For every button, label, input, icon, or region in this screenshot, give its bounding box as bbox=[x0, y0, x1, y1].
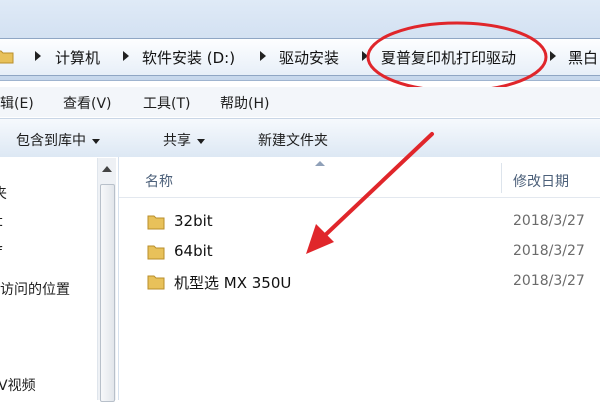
chevron-right-icon[interactable] bbox=[35, 51, 41, 61]
breadcrumb-item-computer[interactable]: 计算机 bbox=[55, 47, 100, 68]
file-date: 2018/3/27 bbox=[513, 243, 585, 259]
share-button[interactable]: 共享 bbox=[163, 130, 205, 150]
scroll-up-icon[interactable] bbox=[102, 166, 112, 172]
column-headers: 名称 修改日期 bbox=[119, 157, 600, 198]
menu-bar: 编辑(E) 查看(V) 工具(T) 帮助(H) bbox=[0, 87, 600, 117]
menu-edit[interactable]: 编辑(E) bbox=[0, 93, 34, 113]
share-label: 共享 bbox=[163, 133, 191, 149]
menu-view[interactable]: 查看(V) bbox=[63, 93, 112, 113]
chevron-right-icon[interactable] bbox=[550, 51, 556, 61]
folder-icon bbox=[147, 275, 165, 290]
chevron-down-icon bbox=[197, 138, 205, 144]
file-row[interactable]: 机型选 MX 350U 2018/3/27 bbox=[119, 271, 600, 295]
nav-item-videos[interactable]: V视频 bbox=[0, 375, 36, 395]
nav-item-downloads[interactable]: f bbox=[0, 245, 2, 261]
new-folder-button[interactable]: 新建文件夹 bbox=[258, 130, 328, 150]
file-date: 2018/3/27 bbox=[513, 213, 585, 229]
include-in-library-label: 包含到库中 bbox=[16, 133, 86, 149]
chevron-right-icon[interactable] bbox=[123, 51, 129, 61]
breadcrumb-item-driver-install[interactable]: 驱动安装 bbox=[279, 47, 339, 68]
address-bar-region: 计算机 软件安装 (D:) 驱动安装 夏普复印机打印驱动 黑白 bbox=[0, 0, 600, 93]
file-row[interactable]: 32bit 2018/3/27 bbox=[119, 211, 600, 235]
file-name: 32bit bbox=[174, 212, 213, 230]
folder-icon bbox=[147, 245, 165, 260]
file-row[interactable]: 64bit 2018/3/27 bbox=[119, 241, 600, 265]
command-toolbar: 包含到库中 共享 新建文件夹 bbox=[0, 118, 600, 158]
menu-help[interactable]: 帮助(H) bbox=[220, 93, 269, 113]
breadcrumb-item-bw[interactable]: 黑白 bbox=[568, 47, 598, 68]
nav-scrollbar[interactable] bbox=[97, 158, 116, 402]
folder-icon bbox=[147, 215, 165, 230]
scrollbar-thumb[interactable] bbox=[100, 184, 115, 402]
nav-item-recent-places[interactable]: 访问的位置 bbox=[0, 279, 70, 299]
chevron-right-icon[interactable] bbox=[260, 51, 266, 61]
file-name: 64bit bbox=[174, 242, 213, 260]
chevron-down-icon bbox=[92, 138, 100, 144]
chevron-right-icon[interactable] bbox=[362, 51, 368, 61]
breadcrumb[interactable]: 计算机 软件安装 (D:) 驱动安装 夏普复印机打印驱动 黑白 bbox=[0, 38, 600, 76]
file-name: 机型选 MX 350U bbox=[174, 274, 292, 292]
folder-icon bbox=[0, 50, 14, 64]
nav-item-desktop[interactable]: t bbox=[0, 214, 3, 230]
column-divider[interactable] bbox=[501, 163, 502, 193]
file-date: 2018/3/27 bbox=[513, 273, 585, 289]
nav-item-favorites[interactable]: 夹 bbox=[0, 183, 7, 203]
include-in-library-button[interactable]: 包含到库中 bbox=[16, 130, 100, 150]
sort-ascending-icon bbox=[315, 161, 325, 166]
breadcrumb-item-sharp-driver[interactable]: 夏普复印机打印驱动 bbox=[381, 47, 516, 68]
column-header-date[interactable]: 修改日期 bbox=[513, 171, 569, 191]
breadcrumb-item-drive-d[interactable]: 软件安装 (D:) bbox=[142, 47, 235, 68]
file-list: 名称 修改日期 32bit 2018/3/27 64bit 2018/3/27 … bbox=[119, 157, 600, 400]
column-header-name[interactable]: 名称 bbox=[145, 171, 173, 191]
menu-tools[interactable]: 工具(T) bbox=[143, 93, 190, 113]
